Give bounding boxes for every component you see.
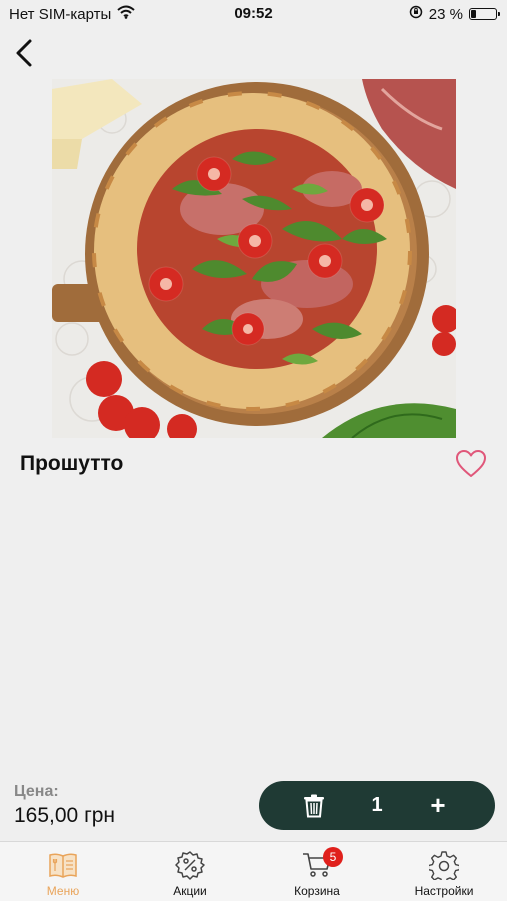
menu-book-icon [48, 850, 78, 880]
battery-icon [469, 8, 500, 20]
remove-button[interactable] [303, 794, 325, 818]
back-button[interactable] [10, 36, 40, 70]
trash-icon [304, 794, 324, 818]
cart-badge: 5 [323, 847, 343, 867]
quantity-control: 1 + [259, 781, 495, 830]
product-title: Прошутто [20, 452, 124, 475]
tab-promotions[interactable]: Акции [127, 842, 253, 901]
favorite-button[interactable] [455, 449, 487, 479]
status-bar: Нет SIM-карты 09:52 23 % [0, 0, 507, 28]
tab-cart[interactable]: 5 Корзина [254, 842, 380, 901]
battery-fill [471, 10, 476, 18]
battery-percent: 23 % [428, 5, 463, 23]
chevron-left-icon [16, 39, 32, 67]
tab-promotions-label: Акции [173, 884, 207, 898]
pizza-illustration [52, 79, 456, 438]
gear-icon [427, 850, 461, 884]
heart-icon [456, 450, 486, 477]
discount-icon [175, 850, 205, 880]
status-right: 23 % [409, 5, 500, 23]
product-image [52, 79, 456, 438]
tab-menu[interactable]: Меню [0, 842, 126, 901]
orientation-lock-icon [409, 5, 423, 23]
price-label: Цена: [14, 783, 59, 800]
tab-cart-label: Корзина [294, 884, 340, 898]
tab-menu-label: Меню [46, 884, 80, 898]
tab-settings-label: Настройки [414, 884, 474, 898]
tab-settings[interactable]: Настройки [381, 842, 507, 901]
tab-bar: Меню Акции 5 Корзина Настройки [0, 841, 507, 901]
price-value: 165,00 грн [14, 804, 116, 827]
quantity-value: 1 [371, 794, 383, 816]
increase-button[interactable]: + [423, 791, 453, 821]
